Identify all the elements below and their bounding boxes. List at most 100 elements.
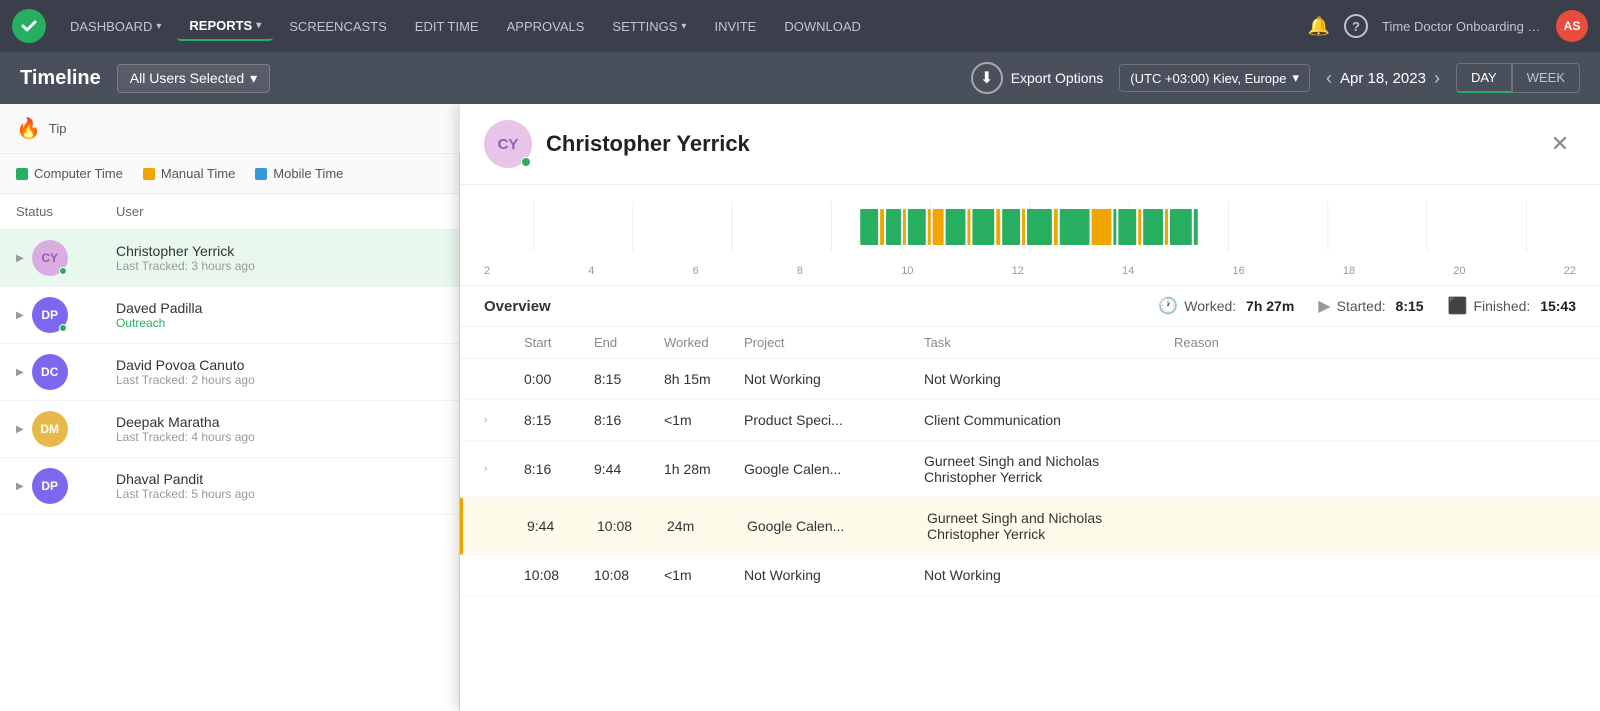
fire-icon: 🔥	[16, 116, 41, 141]
detail-avatar: CY	[484, 120, 532, 168]
avatar: DC	[32, 354, 68, 390]
legend-manual-time: Manual Time	[143, 166, 235, 181]
finished-stat: ⬛ Finished: 15:43	[1448, 296, 1576, 316]
user-rows: ▶ CY Christopher Yerrick Last Tracked: 3…	[0, 230, 459, 711]
logo[interactable]	[12, 9, 46, 43]
detail-row: 10:08 10:08 <1m Not Working Not Working	[460, 555, 1600, 596]
row-expand-icon: ▶	[16, 310, 24, 321]
avatar: DP	[32, 297, 68, 333]
row-expand-icon: ▶	[16, 367, 24, 378]
row-expand-icon[interactable]: ›	[484, 463, 524, 475]
worked-col-header: Worked	[664, 335, 744, 350]
nav-edit-time[interactable]: EDIT TIME	[403, 13, 491, 40]
nav-invite[interactable]: INVITE	[702, 13, 768, 40]
stop-icon: ⬛	[1448, 296, 1468, 316]
user-sub: Outreach	[116, 316, 202, 330]
nav-approvals[interactable]: APPROVALS	[495, 13, 597, 40]
computer-time-dot	[16, 168, 28, 180]
user-row[interactable]: ▶ DP Daved Padilla Outreach	[0, 287, 459, 344]
row-expand-icon[interactable]: ›	[484, 414, 524, 426]
avatar: CY	[32, 240, 68, 276]
project-col-header: Project	[744, 335, 924, 350]
end-col-header: End	[594, 335, 664, 350]
clock-icon: 🕐	[1158, 296, 1178, 316]
next-date-button[interactable]: ›	[1434, 68, 1440, 89]
legend-bar: Computer Time Manual Time Mobile Time	[0, 154, 459, 194]
detail-row: › 8:16 9:44 1h 28m Google Calen... Gurne…	[460, 441, 1600, 498]
user-cell: Deepak Maratha Last Tracked: 4 hours ago	[116, 414, 443, 444]
reason-col-header: Reason	[1174, 335, 1576, 350]
nav-settings[interactable]: SETTINGS ▾	[600, 13, 698, 40]
timezone-selector[interactable]: (UTC +03:00) Kiev, Europe ▾	[1119, 64, 1310, 92]
task-col-header: Task	[924, 335, 1174, 350]
week-view-button[interactable]: WEEK	[1512, 63, 1580, 93]
manual-time-dot	[143, 168, 155, 180]
status-cell: ▶ DM	[16, 411, 116, 447]
chart-axis: 2 4 6 8 10 12 14 16 18 20 22	[484, 265, 1576, 277]
user-selector[interactable]: All Users Selected ▾	[117, 64, 270, 93]
user-row[interactable]: ▶ DM Deepak Maratha Last Tracked: 4 hour…	[0, 401, 459, 458]
user-cell: Christopher Yerrick Last Tracked: 3 hour…	[116, 243, 443, 273]
chart-area	[484, 201, 1576, 261]
nav-screencasts[interactable]: SCREENCASTS	[277, 13, 399, 40]
user-cell: David Povoa Canuto Last Tracked: 2 hours…	[116, 357, 443, 387]
user-row[interactable]: ▶ DP Dhaval Pandit Last Tracked: 5 hours…	[0, 458, 459, 515]
user-info: David Povoa Canuto Last Tracked: 2 hours…	[116, 357, 255, 387]
online-indicator	[521, 157, 531, 167]
detail-table: Start End Worked Project Task Reason 0:0…	[460, 327, 1600, 711]
online-indicator	[59, 267, 67, 275]
reports-chevron-icon: ▾	[256, 20, 261, 31]
nav-dashboard[interactable]: DASHBOARD ▾	[58, 13, 173, 40]
user-row[interactable]: ▶ DC David Povoa Canuto Last Tracked: 2 …	[0, 344, 459, 401]
row-expand-icon: ▶	[16, 253, 24, 264]
row-expand-icon: ▶	[16, 424, 24, 435]
main-layout: 🔥 Tip Computer Time Manual Time Mobile T…	[0, 104, 1600, 711]
user-selector-chevron-icon: ▾	[250, 70, 257, 87]
user-sub: Last Tracked: 5 hours ago	[116, 487, 255, 501]
play-icon: ▶	[1318, 296, 1330, 316]
user-avatar[interactable]: AS	[1556, 10, 1588, 42]
status-col-header: Status	[16, 204, 116, 219]
dashboard-chevron-icon: ▾	[156, 21, 161, 32]
user-cell: Dhaval Pandit Last Tracked: 5 hours ago	[116, 471, 443, 501]
avatar: DP	[32, 468, 68, 504]
start-col-header: Start	[524, 335, 594, 350]
timeline-chart: 2 4 6 8 10 12 14 16 18 20 22	[460, 185, 1600, 286]
row-expand-icon: ▶	[16, 481, 24, 492]
org-name: Time Doctor Onboarding Tea...	[1382, 19, 1542, 34]
user-col-header: User	[116, 204, 443, 219]
detail-overlay: CY Christopher Yerrick ✕	[460, 104, 1600, 711]
user-sub: Last Tracked: 2 hours ago	[116, 373, 255, 387]
top-nav: DASHBOARD ▾ REPORTS ▾ SCREENCASTS EDIT T…	[0, 0, 1600, 52]
user-row[interactable]: ▶ CY Christopher Yerrick Last Tracked: 3…	[0, 230, 459, 287]
overview-label: Overview	[484, 298, 1134, 315]
view-toggle: DAY WEEK	[1456, 63, 1580, 93]
prev-date-button[interactable]: ‹	[1326, 68, 1332, 89]
detail-row: 0:00 8:15 8h 15m Not Working Not Working	[460, 359, 1600, 400]
date-navigation: ‹ Apr 18, 2023 ›	[1326, 68, 1440, 89]
user-name: Christopher Yerrick	[116, 243, 255, 259]
left-panel: 🔥 Tip Computer Time Manual Time Mobile T…	[0, 104, 460, 711]
export-button[interactable]: ⬇ Export Options	[971, 62, 1104, 94]
legend-mobile-time: Mobile Time	[255, 166, 343, 181]
table-header: Status User	[0, 194, 459, 230]
nav-reports[interactable]: REPORTS ▾	[177, 12, 273, 41]
page-title: Timeline	[20, 67, 101, 90]
user-info: Deepak Maratha Last Tracked: 4 hours ago	[116, 414, 255, 444]
notification-icon[interactable]: 🔔	[1308, 16, 1330, 37]
user-cell: Daved Padilla Outreach	[116, 300, 443, 330]
online-indicator	[59, 324, 67, 332]
settings-chevron-icon: ▾	[681, 21, 686, 32]
help-icon[interactable]: ?	[1344, 14, 1368, 38]
timezone-chevron-icon: ▾	[1293, 70, 1300, 86]
user-sub: Last Tracked: 3 hours ago	[116, 259, 255, 273]
user-sub: Last Tracked: 4 hours ago	[116, 430, 255, 444]
detail-row: › 8:15 8:16 <1m Product Speci... Client …	[460, 400, 1600, 441]
mobile-time-dot	[255, 168, 267, 180]
timeline-svg	[484, 201, 1576, 261]
sub-header: Timeline All Users Selected ▾ ⬇ Export O…	[0, 52, 1600, 104]
nav-download[interactable]: DOWNLOAD	[772, 13, 873, 40]
day-view-button[interactable]: DAY	[1456, 63, 1512, 93]
close-button[interactable]: ✕	[1544, 128, 1576, 160]
status-cell: ▶ CY	[16, 240, 116, 276]
